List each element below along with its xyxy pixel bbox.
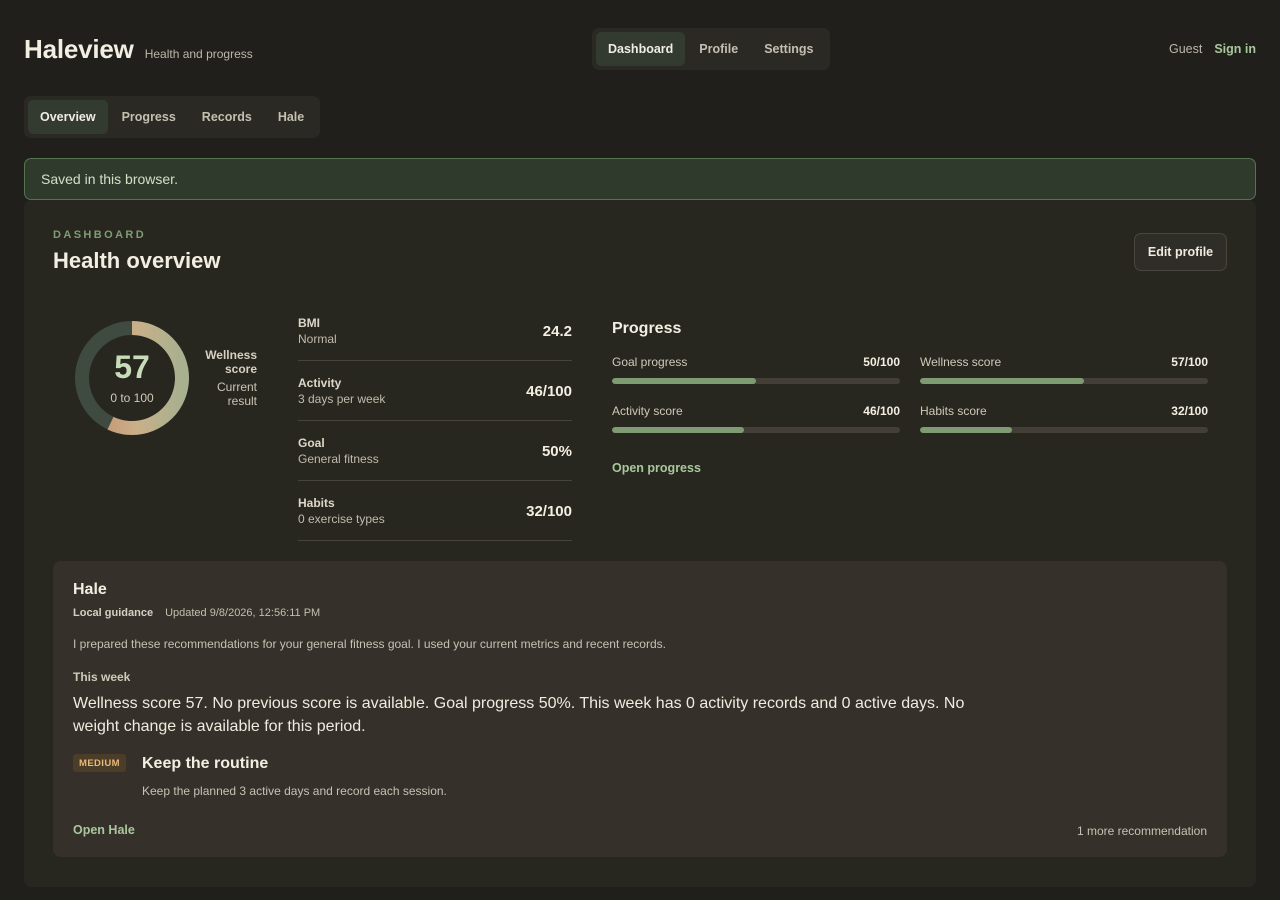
progress-bar-fill	[612, 378, 756, 384]
nav-settings[interactable]: Settings	[752, 32, 825, 66]
metrics-list: BMI Normal 24.2 Activity 3 days per week…	[298, 301, 572, 541]
wellness-label-sub: Current result	[216, 380, 257, 408]
progress-bar-value: 46/100	[863, 404, 900, 418]
brand: Haleview Health and progress	[24, 34, 253, 65]
progress-title: Progress	[612, 320, 682, 337]
wellness-label-title: Wellness score	[205, 348, 257, 376]
nav-dashboard[interactable]: Dashboard	[596, 32, 686, 66]
nav-profile[interactable]: Profile	[687, 32, 750, 66]
wellness-label: Wellness score Current result	[194, 348, 257, 408]
progress-bar-track	[612, 427, 900, 433]
hale-updated: Updated 9/8/2026, 12:56:11 PM	[165, 607, 321, 619]
priority-badge: MEDIUM	[73, 754, 126, 772]
brand-subtitle: Health and progress	[144, 47, 253, 61]
tab-progress[interactable]: Progress	[110, 100, 188, 134]
recommendation-description: Keep the planned 3 active days and recor…	[142, 784, 447, 798]
metric-sub: Normal	[298, 332, 337, 346]
metric-value: 50%	[541, 443, 572, 460]
progress-bar-value: 50/100	[863, 355, 900, 369]
metric-bmi: BMI Normal 24.2	[298, 301, 572, 361]
hale-week-label: This week	[73, 670, 131, 684]
metric-activity: Activity 3 days per week 46/100	[298, 361, 572, 421]
metric-sub: General fitness	[298, 452, 379, 466]
hale-title: Hale	[73, 581, 107, 598]
open-hale-link[interactable]: Open Hale	[73, 823, 135, 837]
recommendation-title: Keep the routine	[142, 755, 269, 772]
guest-label: Guest	[1168, 42, 1203, 56]
metric-sub: 0 exercise types	[298, 512, 385, 526]
open-progress-link[interactable]: Open progress	[612, 461, 701, 475]
metric-name: BMI	[298, 316, 320, 330]
hale-panel: Hale Local guidance Updated 9/8/2026, 12…	[53, 561, 1227, 857]
progress-bar-value: 57/100	[1171, 355, 1208, 369]
dashboard-eyebrow: DASHBOARD	[53, 229, 147, 241]
progress-bar-fill	[920, 427, 1013, 433]
saved-notice: Saved in this browser.	[24, 158, 1256, 200]
dashboard-card: DASHBOARD Health overview Edit profile 5…	[24, 200, 1256, 887]
progress-bar-label: Wellness score	[920, 355, 1002, 369]
hale-meta: Local guidance Updated 9/8/2026, 12:56:1…	[73, 607, 320, 619]
tab-overview[interactable]: Overview	[28, 100, 108, 134]
progress-bar-track	[920, 378, 1208, 384]
edit-profile-button[interactable]: Edit profile	[1134, 233, 1227, 271]
metric-name: Habits	[298, 496, 335, 510]
app-header: Haleview Health and progress Dashboard P…	[24, 0, 1256, 96]
sign-in-link[interactable]: Sign in	[1214, 42, 1256, 56]
progress-goal: Goal progress 50/100	[612, 355, 900, 384]
progress-bar-value: 32/100	[1171, 404, 1208, 418]
main-nav: Dashboard Profile Settings	[592, 28, 830, 70]
page-title: Health overview	[53, 248, 221, 273]
metric-value: 46/100	[526, 383, 572, 400]
metric-value: 24.2	[542, 323, 572, 340]
progress-bar-fill	[612, 427, 745, 433]
progress-bar-label: Activity score	[612, 404, 683, 418]
hale-intro: I prepared these recommendations for you…	[73, 637, 666, 651]
progress-bar-track	[920, 427, 1208, 433]
more-recommendations[interactable]: 1 more recommendation	[1077, 824, 1207, 838]
progress-bar-label: Goal progress	[612, 355, 688, 369]
user-area: Guest Sign in	[1169, 42, 1256, 56]
wellness-donut: 57 0 to 100	[75, 321, 189, 435]
brand-title[interactable]: Haleview	[24, 34, 134, 65]
wellness-score-value: 57	[114, 349, 150, 385]
sub-nav: Overview Progress Records Hale	[24, 96, 321, 138]
metric-name: Activity	[298, 376, 342, 390]
metric-name: Goal	[298, 436, 325, 450]
tab-records[interactable]: Records	[190, 100, 264, 134]
wellness-score-range: 0 to 100	[110, 391, 154, 405]
progress-bar-label: Habits score	[920, 404, 987, 418]
progress-bar-track	[612, 378, 900, 384]
hale-tag: Local guidance	[73, 607, 154, 619]
metric-habits: Habits 0 exercise types 32/100	[298, 481, 572, 541]
progress-habits: Habits score 32/100	[920, 404, 1208, 433]
progress-section: Progress Goal progress 50/100 Wellness s…	[612, 320, 1208, 475]
tab-hale[interactable]: Hale	[266, 100, 316, 134]
metric-goal: Goal General fitness 50%	[298, 421, 572, 481]
progress-activity: Activity score 46/100	[612, 404, 900, 433]
saved-notice-text: Saved in this browser.	[41, 171, 178, 187]
progress-wellness: Wellness score 57/100	[920, 355, 1208, 384]
hale-summary: Wellness score 57. No previous score is …	[73, 695, 965, 735]
metric-value: 32/100	[526, 503, 572, 520]
progress-bar-fill	[920, 378, 1085, 384]
metric-sub: 3 days per week	[298, 392, 386, 406]
